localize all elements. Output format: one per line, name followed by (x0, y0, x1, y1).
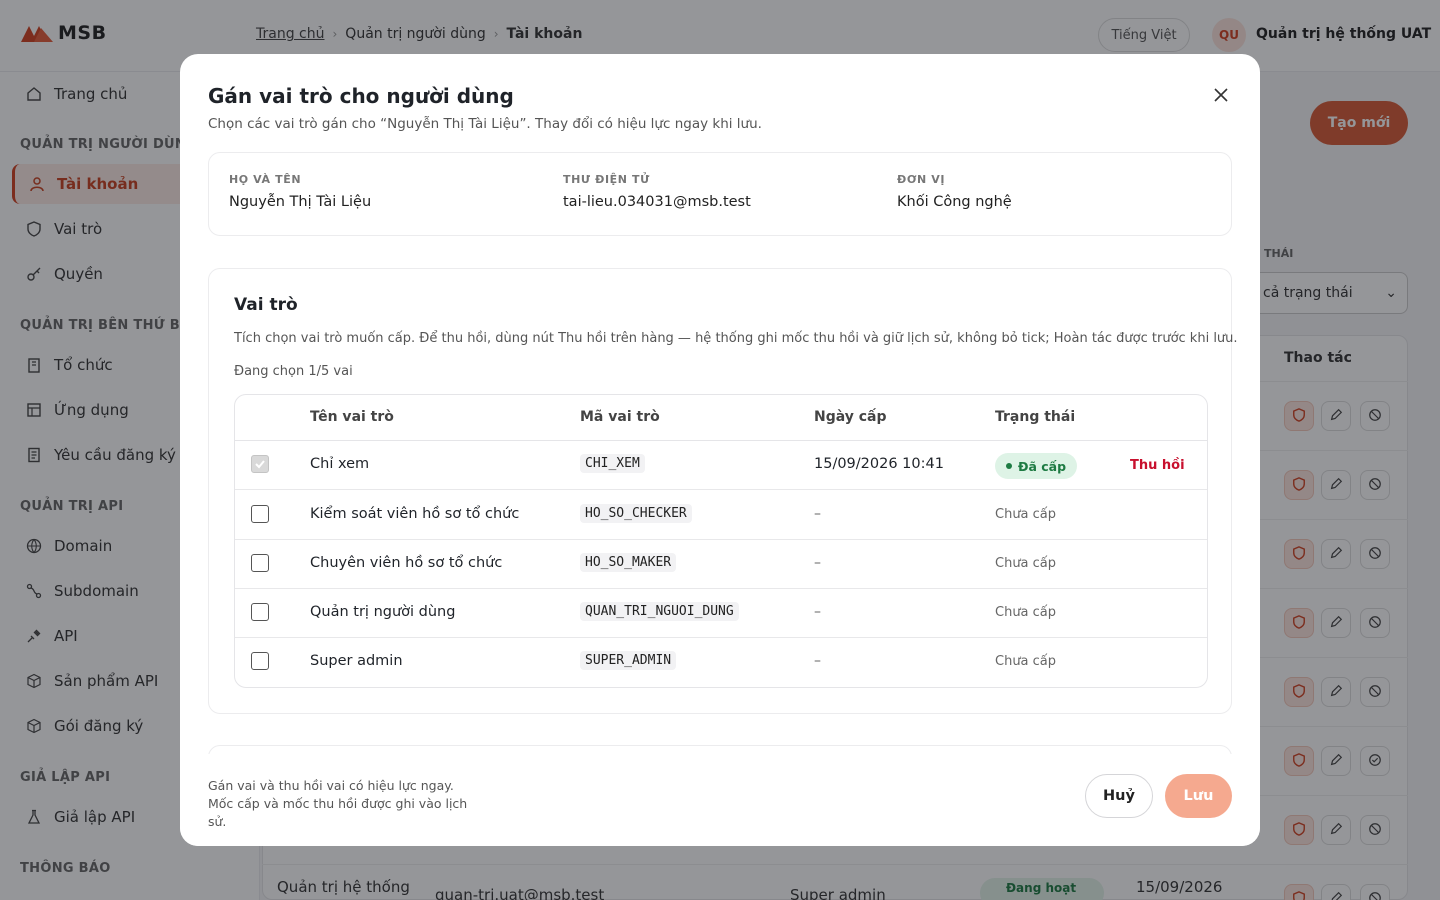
check-icon (255, 460, 265, 469)
roles-table: Tên vai trò Mã vai trò Ngày cấp Trạng th… (234, 394, 1208, 688)
user-info-card: HỌ VÀ TÊN Nguyễn Thị Tài Liệu THƯ ĐIỆN T… (208, 152, 1232, 236)
table-row: Kiểm soát viên hồ sơ tổ chức HO_SO_CHECK… (235, 491, 1207, 540)
role-checkbox (251, 455, 269, 473)
info-label: HỌ VÀ TÊN (229, 173, 302, 186)
save-button[interactable]: Lưu (1165, 774, 1232, 818)
role-code: CHI_XEM (580, 454, 645, 473)
role-granted-at: 15/09/2026 10:41 (814, 456, 944, 472)
info-label: THƯ ĐIỆN TỬ (563, 173, 650, 186)
role-name: Kiểm soát viên hồ sơ tổ chức (310, 506, 520, 522)
role-name: Chỉ xem (310, 456, 370, 472)
dialog-footer: Gán vai và thu hồi vai có hiệu lực ngay.… (180, 754, 1260, 846)
role-granted-at: – (814, 653, 821, 669)
role-name: Chuyên viên hồ sơ tổ chức (310, 555, 503, 571)
close-icon (1214, 88, 1228, 102)
role-granted-at: – (814, 604, 821, 620)
roles-table-header: Tên vai trò Mã vai trò Ngày cấp Trạng th… (235, 395, 1207, 441)
status-text: Chưa cấp (995, 654, 1057, 669)
info-email: THƯ ĐIỆN TỬ tai-lieu.034031@msb.test (563, 173, 751, 210)
roles-selected-count: Đang chọn 1/5 vai (234, 364, 353, 379)
role-name: Super admin (310, 653, 403, 669)
status-text: Chưa cấp (995, 556, 1057, 571)
status-text: Chưa cấp (995, 507, 1057, 522)
cancel-button[interactable]: Huỷ (1085, 774, 1153, 818)
table-row: Chuyên viên hồ sơ tổ chức HO_SO_MAKER – … (235, 540, 1207, 589)
table-row: Quản trị người dùng QUAN_TRI_NGUOI_DUNG … (235, 589, 1207, 638)
status-dot-icon (1005, 463, 1012, 469)
role-checkbox[interactable] (251, 652, 269, 670)
role-granted-at: – (814, 506, 821, 522)
role-code: SUPER_ADMIN (580, 651, 677, 670)
status-text: Chưa cấp (995, 605, 1057, 620)
role-checkbox[interactable] (251, 554, 269, 572)
status-badge: Đã cấp (995, 453, 1077, 479)
column-header-status: Trạng thái (995, 409, 1076, 425)
dialog-subtitle: Chọn các vai trò gán cho “Nguyễn Thị Tài… (208, 116, 762, 132)
info-value: Nguyễn Thị Tài Liệu (229, 194, 372, 210)
table-row: Super admin SUPER_ADMIN – Chưa cấp (235, 638, 1207, 687)
role-checkbox[interactable] (251, 603, 269, 621)
info-unit: ĐƠN VỊ Khối Công nghệ (897, 173, 1012, 210)
assign-roles-dialog: Gán vai trò cho người dùng Chọn các vai … (180, 54, 1260, 846)
column-header-granted-at: Ngày cấp (814, 409, 887, 425)
status-badge-label: Đã cấp (1017, 458, 1067, 474)
roles-card: Vai trò Tích chọn vai trò muốn cấp. Để t… (208, 268, 1238, 714)
role-code: HO_SO_MAKER (580, 553, 677, 572)
role-granted-at: – (814, 555, 821, 571)
column-header-code: Mã vai trò (580, 409, 660, 425)
table-row: Chỉ xem CHI_XEM 15/09/2026 10:41 Đã cấp … (235, 441, 1207, 490)
role-checkbox[interactable] (251, 505, 269, 523)
revoke-button[interactable]: Thu hồi (1130, 458, 1185, 473)
role-name: Quản trị người dùng (310, 604, 456, 620)
info-value: tai-lieu.034031@msb.test (563, 194, 751, 210)
info-label: ĐƠN VỊ (897, 173, 946, 186)
dialog-title: Gán vai trò cho người dùng (208, 84, 514, 108)
close-button[interactable] (1210, 84, 1232, 106)
role-code: HO_SO_CHECKER (580, 504, 692, 523)
info-name: HỌ VÀ TÊN Nguyễn Thị Tài Liệu (229, 173, 371, 210)
roles-title: Vai trò (234, 295, 298, 315)
roles-hint: Tích chọn vai trò muốn cấp. Để thu hồi, … (234, 331, 1238, 346)
role-code: QUAN_TRI_NGUOI_DUNG (580, 602, 739, 621)
column-header-name: Tên vai trò (310, 409, 394, 425)
footer-note: Gán vai và thu hồi vai có hiệu lực ngay.… (208, 778, 468, 829)
info-value: Khối Công nghệ (897, 194, 1012, 210)
